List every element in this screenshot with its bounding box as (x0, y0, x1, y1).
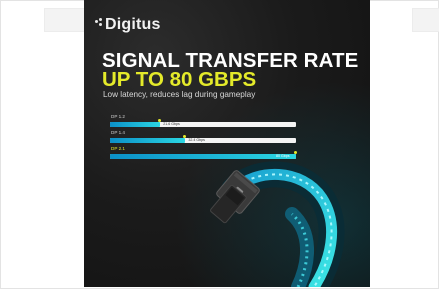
next-thumbnail[interactable] (412, 8, 439, 32)
product-banner-image[interactable]: Digitus SIGNAL TRANSFER RATE UP TO 80 GB… (84, 0, 370, 287)
cable-illustration (210, 161, 345, 287)
previous-thumbnail[interactable] (44, 8, 86, 32)
